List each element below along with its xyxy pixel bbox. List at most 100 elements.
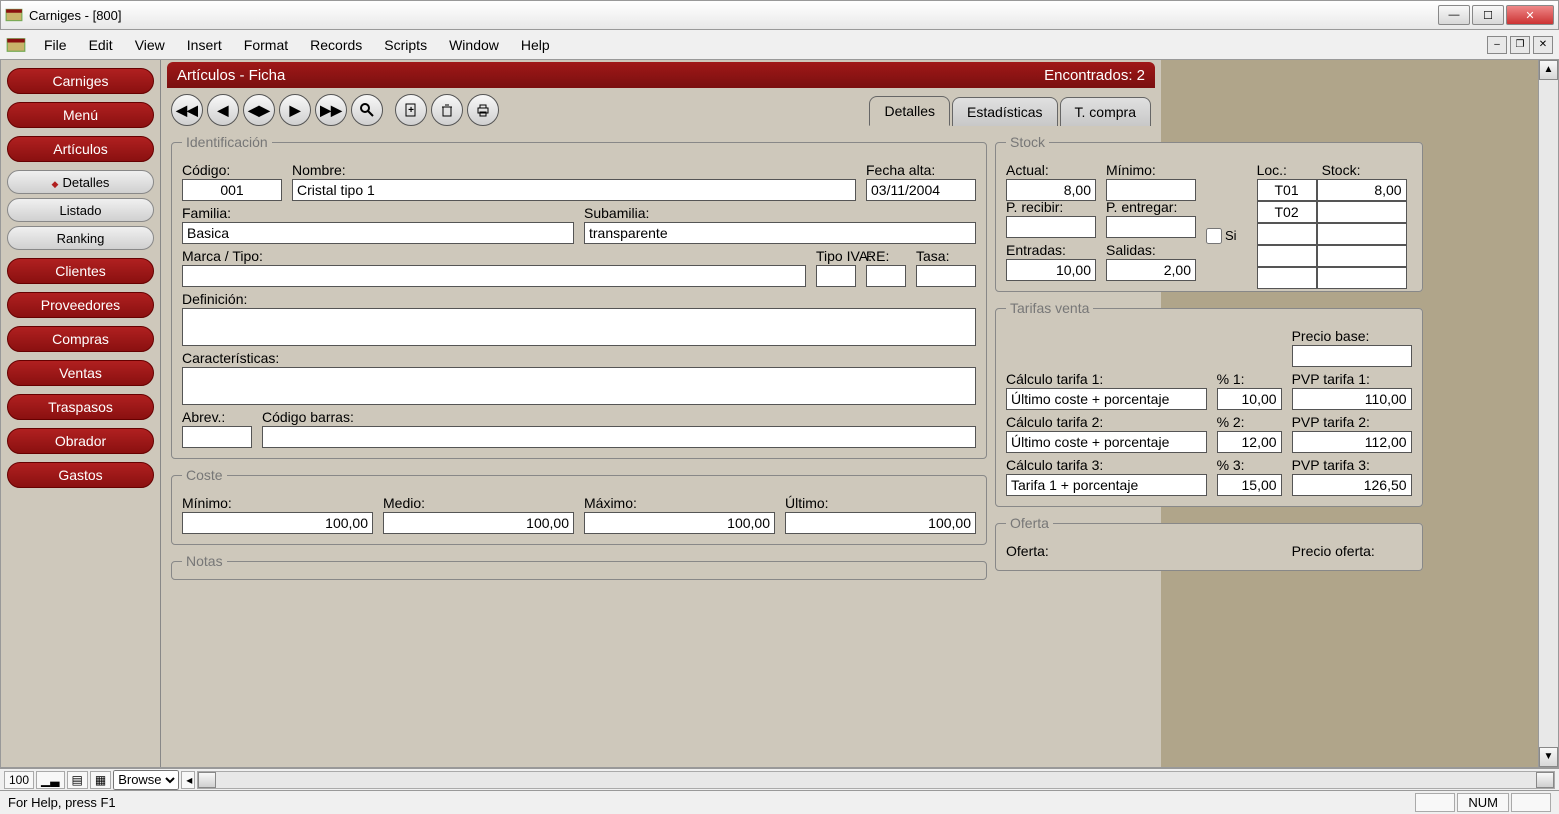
input-pentregar[interactable] bbox=[1106, 216, 1196, 238]
mdi-restore-button[interactable]: ❐ bbox=[1510, 36, 1530, 54]
input-pvp3[interactable] bbox=[1292, 474, 1412, 496]
horizontal-scrollbar[interactable] bbox=[197, 771, 1555, 789]
nav-proveedores[interactable]: Proveedores bbox=[7, 292, 154, 318]
input-caracteristicas[interactable] bbox=[182, 367, 976, 405]
mode-toggle-icon[interactable]: ◂ bbox=[181, 771, 195, 789]
menu-records[interactable]: Records bbox=[300, 33, 372, 57]
input-coste-ult[interactable] bbox=[785, 512, 976, 534]
input-stock-1[interactable] bbox=[1317, 179, 1407, 201]
input-stock-3[interactable] bbox=[1317, 223, 1407, 245]
first-record-button[interactable]: ◀◀ bbox=[171, 94, 203, 126]
checkbox-si[interactable] bbox=[1206, 228, 1222, 244]
nav-compras[interactable]: Compras bbox=[7, 326, 154, 352]
nav-listado[interactable]: Listado bbox=[7, 198, 154, 222]
input-coste-min[interactable] bbox=[182, 512, 373, 534]
prev-record-button[interactable]: ◀ bbox=[207, 94, 239, 126]
input-codigo[interactable] bbox=[182, 179, 282, 201]
last-record-button[interactable]: ▶▶ bbox=[315, 94, 347, 126]
tab-detalles[interactable]: Detalles bbox=[869, 96, 950, 126]
nav-obrador[interactable]: Obrador bbox=[7, 428, 154, 454]
nav-articulos[interactable]: Artículos bbox=[7, 136, 154, 162]
mdi-minimize-button[interactable]: – bbox=[1487, 36, 1507, 54]
nav-traspasos[interactable]: Traspasos bbox=[7, 394, 154, 420]
tab-estadisticas[interactable]: Estadísticas bbox=[952, 97, 1057, 126]
input-calc1[interactable] bbox=[1006, 388, 1207, 410]
nav-ventas[interactable]: Ventas bbox=[7, 360, 154, 386]
input-familia[interactable] bbox=[182, 222, 574, 244]
input-precibir[interactable] bbox=[1006, 216, 1096, 238]
mdi-close-button[interactable]: ✕ bbox=[1533, 36, 1553, 54]
menu-window[interactable]: Window bbox=[439, 33, 509, 57]
menu-insert[interactable]: Insert bbox=[177, 33, 232, 57]
input-subfamilia[interactable] bbox=[584, 222, 976, 244]
zoom-value[interactable]: 100 bbox=[4, 771, 34, 789]
view-icon-3[interactable]: ▦ bbox=[90, 771, 111, 789]
scroll-down-icon[interactable]: ▼ bbox=[1539, 747, 1558, 767]
input-stock-4[interactable] bbox=[1317, 245, 1407, 267]
menu-edit[interactable]: Edit bbox=[79, 33, 123, 57]
input-loc-5[interactable] bbox=[1257, 267, 1317, 289]
nav-menu[interactable]: Menú bbox=[7, 102, 154, 128]
input-pvp2[interactable] bbox=[1292, 431, 1412, 453]
input-coste-med[interactable] bbox=[383, 512, 574, 534]
view-icon-1[interactable]: ▁▃ bbox=[36, 771, 64, 789]
input-calc2[interactable] bbox=[1006, 431, 1207, 453]
window-maximize-button[interactable]: ☐ bbox=[1472, 5, 1504, 25]
input-entradas[interactable] bbox=[1006, 259, 1096, 281]
input-re[interactable] bbox=[866, 265, 906, 287]
input-stock-min[interactable] bbox=[1106, 179, 1196, 201]
tab-tcompra[interactable]: T. compra bbox=[1060, 97, 1151, 126]
menu-file[interactable]: File bbox=[34, 33, 77, 57]
input-pvp1[interactable] bbox=[1292, 388, 1412, 410]
nav-ranking[interactable]: Ranking bbox=[7, 226, 154, 250]
mode-select[interactable]: Browse bbox=[113, 770, 179, 790]
print-button[interactable] bbox=[467, 94, 499, 126]
input-actual[interactable] bbox=[1006, 179, 1096, 201]
window-close-button[interactable]: ✕ bbox=[1506, 5, 1554, 25]
menu-format[interactable]: Format bbox=[234, 33, 298, 57]
group-oferta: Oferta Oferta: Precio oferta: bbox=[995, 515, 1423, 571]
vertical-scrollbar[interactable]: ▲ ▼ bbox=[1538, 60, 1558, 767]
input-stock-2[interactable] bbox=[1317, 201, 1407, 223]
input-pct3[interactable] bbox=[1217, 474, 1282, 496]
input-marca[interactable] bbox=[182, 265, 806, 287]
input-pct1[interactable] bbox=[1217, 388, 1282, 410]
nav-clientes[interactable]: Clientes bbox=[7, 258, 154, 284]
input-tipo-iva[interactable] bbox=[816, 265, 856, 287]
next-record-button[interactable]: ▶ bbox=[279, 94, 311, 126]
delete-record-button[interactable] bbox=[431, 94, 463, 126]
input-loc-3[interactable] bbox=[1257, 223, 1317, 245]
menu-view[interactable]: View bbox=[125, 33, 175, 57]
status-bar: For Help, press F1 NUM bbox=[0, 790, 1559, 814]
input-coste-max[interactable] bbox=[584, 512, 775, 534]
menu-scripts[interactable]: Scripts bbox=[374, 33, 437, 57]
new-record-button[interactable]: + bbox=[395, 94, 427, 126]
input-loc-4[interactable] bbox=[1257, 245, 1317, 267]
input-fecha-alta[interactable] bbox=[866, 179, 976, 201]
input-precio-base[interactable] bbox=[1292, 345, 1412, 367]
input-calc3[interactable] bbox=[1006, 474, 1207, 496]
scroll-up-icon[interactable]: ▲ bbox=[1539, 60, 1558, 80]
nav-flip-button[interactable]: ◀▶ bbox=[243, 94, 275, 126]
input-loc-2[interactable] bbox=[1257, 201, 1317, 223]
input-tasa[interactable] bbox=[916, 265, 976, 287]
input-stock-5[interactable] bbox=[1317, 267, 1407, 289]
nav-gastos[interactable]: Gastos bbox=[7, 462, 154, 488]
input-nombre[interactable] bbox=[292, 179, 856, 201]
input-abrev[interactable] bbox=[182, 426, 252, 448]
label-calc3: Cálculo tarifa 3: bbox=[1006, 457, 1207, 473]
nav-carniges[interactable]: Carniges bbox=[7, 68, 154, 94]
input-salidas[interactable] bbox=[1106, 259, 1196, 281]
input-definicion[interactable] bbox=[182, 308, 976, 346]
label-salidas: Salidas: bbox=[1106, 242, 1196, 258]
window-minimize-button[interactable]: — bbox=[1438, 5, 1470, 25]
label-codigo: Código: bbox=[182, 162, 282, 178]
app-menu-icon[interactable] bbox=[6, 35, 26, 55]
view-icon-2[interactable]: ▤ bbox=[67, 771, 88, 789]
input-codigo-barras[interactable] bbox=[262, 426, 976, 448]
input-pct2[interactable] bbox=[1217, 431, 1282, 453]
input-loc-1[interactable] bbox=[1257, 179, 1317, 201]
menu-help[interactable]: Help bbox=[511, 33, 560, 57]
nav-detalles[interactable]: Detalles bbox=[7, 170, 154, 194]
find-button[interactable] bbox=[351, 94, 383, 126]
